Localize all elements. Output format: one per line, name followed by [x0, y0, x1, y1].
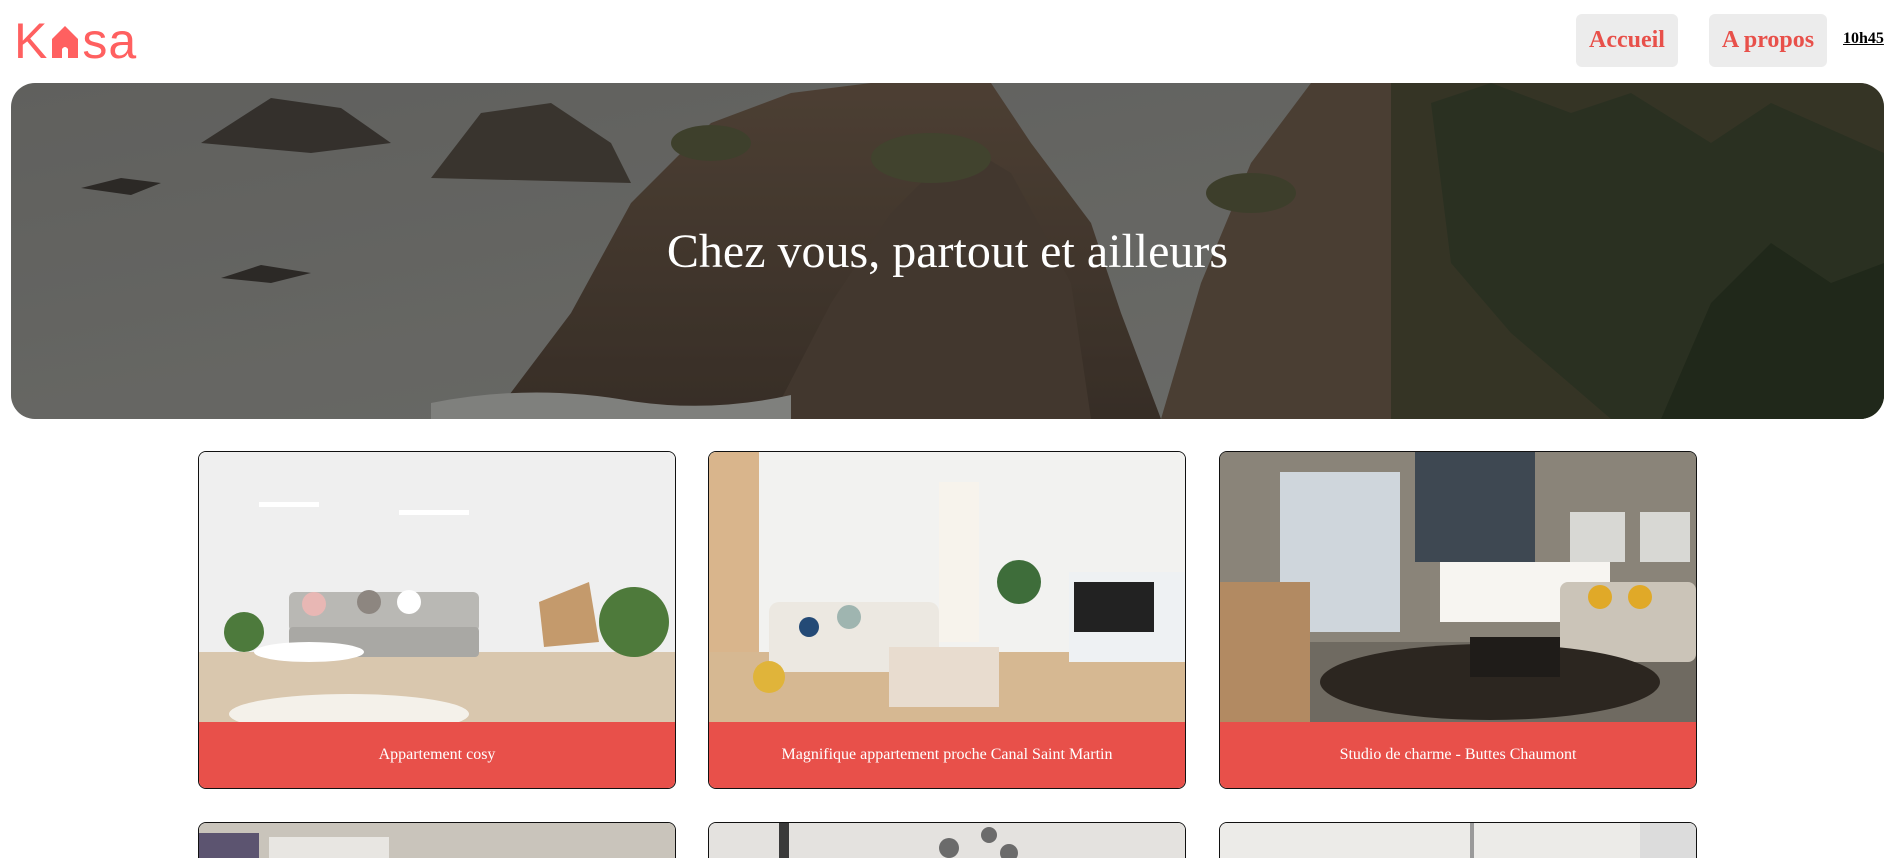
logo-letter-k: K	[14, 13, 49, 69]
listing-card[interactable]	[708, 822, 1186, 858]
listing-title: Magnifique appartement proche Canal Sain…	[709, 722, 1185, 788]
listing-photo	[1220, 452, 1696, 722]
hero-banner: Chez vous, partout et ailleurs	[11, 83, 1884, 419]
listing-title: Appartement cosy	[199, 722, 675, 788]
listing-photo	[1220, 823, 1696, 858]
listing-photo	[199, 452, 675, 722]
listing-card[interactable]: Studio de charme - Buttes Chaumont	[1219, 451, 1697, 789]
nav-home-button[interactable]: Accueil	[1576, 14, 1678, 67]
time-link[interactable]: 10h45	[1843, 30, 1884, 48]
listing-title: Studio de charme - Buttes Chaumont	[1220, 722, 1696, 788]
page: K sa Accueil A propos 10h45 Chez vous, p…	[0, 0, 1898, 858]
listing-photo	[199, 823, 675, 858]
banner-title: Chez vous, partout et ailleurs	[666, 224, 1229, 278]
listing-card[interactable]: Magnifique appartement proche Canal Sain…	[708, 451, 1186, 789]
logo-letters-sa: sa	[82, 13, 138, 69]
listing-photo	[709, 452, 1185, 722]
listing-card[interactable]: Appartement cosy	[198, 451, 676, 789]
header: K sa Accueil A propos 10h45	[0, 0, 1898, 84]
listing-card[interactable]	[1219, 822, 1697, 858]
listing-card[interactable]	[198, 822, 676, 858]
nav-about-button[interactable]: A propos	[1709, 14, 1827, 67]
listing-photo	[709, 823, 1185, 858]
kasa-logo[interactable]: K sa	[14, 16, 137, 66]
house-icon	[52, 26, 79, 58]
